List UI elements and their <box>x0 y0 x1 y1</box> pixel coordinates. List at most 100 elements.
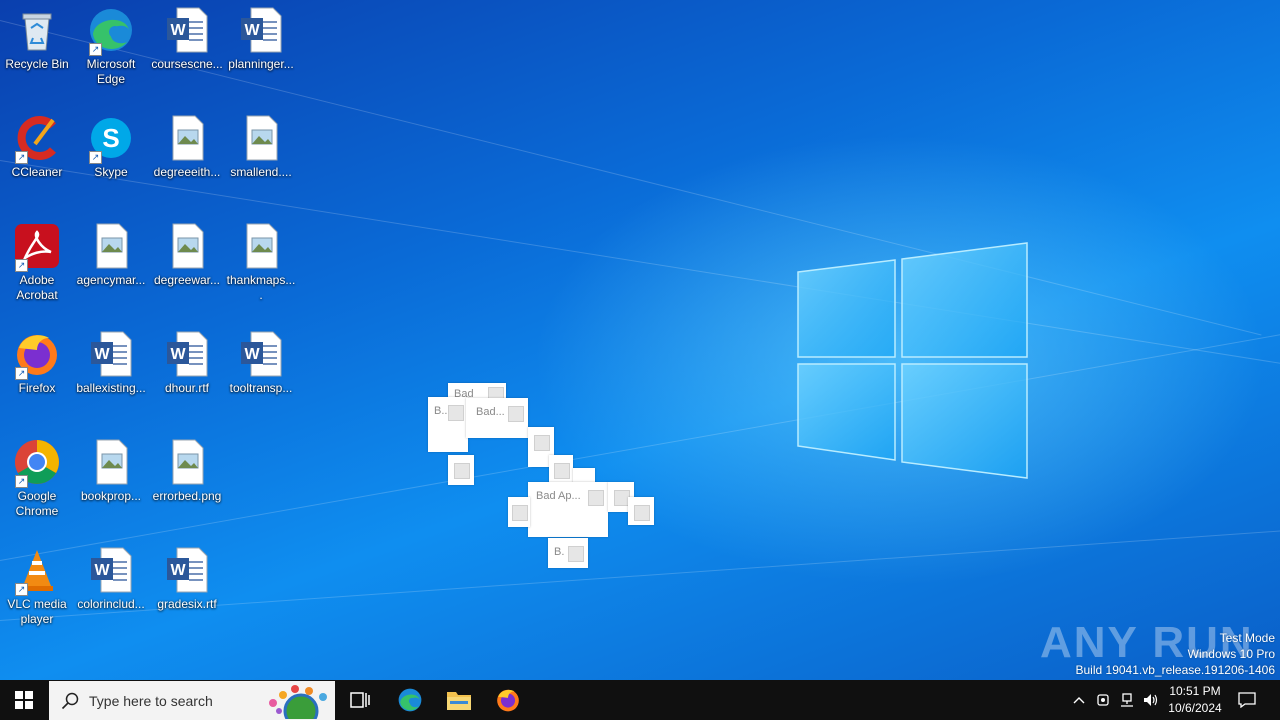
desktop-icon-label: ballexisting... <box>76 381 146 395</box>
image-file-icon <box>163 222 211 270</box>
placeholder-icon <box>508 406 524 422</box>
desktop-icon-label: planninger... <box>228 57 294 71</box>
test-mode-label: Test Mode <box>1219 631 1275 645</box>
taskbar-edge-button[interactable] <box>386 680 434 720</box>
action-center-button[interactable] <box>1232 680 1262 720</box>
desktop-icon-word-doc[interactable]: W coursescne... <box>151 6 223 72</box>
taskbar-file-explorer-button[interactable] <box>435 680 483 720</box>
windows-edition-label: Windows 10 Pro <box>1187 647 1275 661</box>
desktop-icon-adobe-acrobat[interactable]: ↗ Adobe Acrobat <box>1 222 73 303</box>
ccleaner-icon: ↗ <box>13 114 61 164</box>
taskbar: Type here to search 10:51 PM 10/6/2024 <box>0 680 1280 720</box>
desktop-icon-word-doc[interactable]: W dhour.rtf <box>151 330 223 396</box>
desktop-icon-recycle-bin[interactable]: Recycle Bin <box>1 6 73 72</box>
image-file-icon <box>237 114 285 162</box>
desktop-icon-skype[interactable]: S ↗ Skype <box>75 114 147 180</box>
popup-window[interactable]: B... <box>428 397 468 452</box>
popup-window[interactable]: B. <box>548 538 588 568</box>
speaker-icon <box>1144 694 1158 706</box>
desktop-icon-image-file[interactable]: smallend.... <box>225 114 297 180</box>
network-button[interactable] <box>1116 680 1138 720</box>
desktop-icon-label: agencymar... <box>76 273 146 287</box>
popup-title: B. <box>554 546 565 558</box>
desktop-icon-label: errorbed.png <box>152 489 222 503</box>
windows-logo-wallpaper <box>797 242 1028 479</box>
popup-window[interactable]: Bad... <box>466 398 528 438</box>
desktop-icon-label: Firefox <box>18 381 56 395</box>
svg-text:W: W <box>94 346 110 363</box>
skype-icon: S ↗ <box>87 114 135 164</box>
svg-text:W: W <box>170 22 186 39</box>
shortcut-arrow-icon: ↗ <box>15 475 28 488</box>
image-file-icon <box>87 438 135 486</box>
task-view-icon <box>350 692 370 708</box>
desktop-icon-label: Skype <box>94 165 128 179</box>
word-doc-icon: W <box>237 6 285 54</box>
placeholder-icon <box>634 505 650 521</box>
edge-icon <box>398 688 422 712</box>
shortcut-arrow-icon: ↗ <box>15 259 28 272</box>
desktop-icon-word-doc[interactable]: W colorinclud... <box>75 546 147 612</box>
image-file-icon <box>163 438 211 486</box>
test-mode-watermark: Test Mode Windows 10 Pro Build 19041.vb_… <box>1076 630 1276 678</box>
start-button[interactable] <box>0 680 48 720</box>
tray-app-button[interactable] <box>1092 680 1114 720</box>
desktop-icon-label: colorinclud... <box>77 597 145 611</box>
edge-icon: ↗ <box>87 6 135 56</box>
popup-window[interactable] <box>448 455 474 485</box>
folder-icon <box>447 692 471 710</box>
task-view-button[interactable] <box>336 680 384 720</box>
desktop-icon-image-file[interactable]: agencymar... <box>75 222 147 288</box>
desktop-icon-image-file[interactable]: degreewar... <box>151 222 223 288</box>
desktop-icon-microsoft-edge[interactable]: ↗ Microsoft Edge <box>75 6 147 87</box>
desktop-icon-label: degreeeith... <box>153 165 221 179</box>
image-file-icon <box>237 222 285 270</box>
placeholder-icon <box>554 463 570 479</box>
desktop-icon-word-doc[interactable]: W gradesix.rtf <box>151 546 223 612</box>
network-share-icon <box>1097 694 1109 706</box>
show-hidden-icons-button[interactable] <box>1068 680 1090 720</box>
notification-icon <box>1238 692 1256 708</box>
word-doc-icon: W <box>163 546 211 594</box>
desktop-icon-image-file[interactable]: errorbed.png <box>151 438 223 504</box>
popup-window[interactable]: Bad Ap... <box>528 482 608 537</box>
chrome-icon: ↗ <box>13 438 61 488</box>
desktop-icon-ccleaner[interactable]: ↗ CCleaner <box>1 114 73 180</box>
shortcut-arrow-icon: ↗ <box>15 367 28 380</box>
desktop-icon-label: bookprop... <box>80 489 142 503</box>
popup-window[interactable] <box>508 497 530 527</box>
image-file-icon <box>163 114 211 162</box>
taskbar-clock[interactable]: 10:51 PM 10/6/2024 <box>1160 683 1230 717</box>
placeholder-icon <box>568 546 584 562</box>
desktop-icon-image-file[interactable]: thankmaps.... <box>225 222 297 303</box>
desktop-icon-firefox[interactable]: ↗ Firefox <box>1 330 73 396</box>
clock-time: 10:51 PM <box>1169 684 1221 698</box>
volume-button[interactable] <box>1140 680 1162 720</box>
desktop-icon-label: VLC media player <box>7 597 67 626</box>
popup-window[interactable] <box>628 497 654 525</box>
desktop-icon-word-doc[interactable]: W planninger... <box>225 6 297 72</box>
desktop-icon-vlc[interactable]: ↗ VLC media player <box>1 546 73 627</box>
svg-text:W: W <box>170 346 186 363</box>
taskbar-search-box[interactable]: Type here to search <box>49 681 335 720</box>
placeholder-icon <box>512 505 528 521</box>
desktop-icon-label: coursescne... <box>151 57 223 71</box>
recycle-bin-icon <box>13 6 61 54</box>
desktop-icon-google-chrome[interactable]: ↗ Google Chrome <box>1 438 73 519</box>
desktop-icon-image-file[interactable]: bookprop... <box>75 438 147 504</box>
word-doc-icon: W <box>87 330 135 378</box>
desktop-icon-word-doc[interactable]: W tooltransp... <box>225 330 297 396</box>
desktop-icon-label: tooltransp... <box>229 381 293 395</box>
chevron-up-icon <box>1073 697 1085 704</box>
popup-window[interactable] <box>549 455 573 483</box>
desktop-icon-image-file[interactable]: degreeeith... <box>151 114 223 180</box>
desktop-icon-word-doc[interactable]: W ballexisting... <box>75 330 147 396</box>
desktop-icon-label: Microsoft Edge <box>86 57 136 86</box>
shortcut-arrow-icon: ↗ <box>15 151 28 164</box>
desktop-icon-label: thankmaps.... <box>226 273 296 302</box>
svg-text:W: W <box>244 346 260 363</box>
word-doc-icon: W <box>163 6 211 54</box>
placeholder-icon <box>588 490 604 506</box>
taskbar-firefox-button[interactable] <box>484 680 532 720</box>
search-highlight-icon <box>269 685 327 719</box>
